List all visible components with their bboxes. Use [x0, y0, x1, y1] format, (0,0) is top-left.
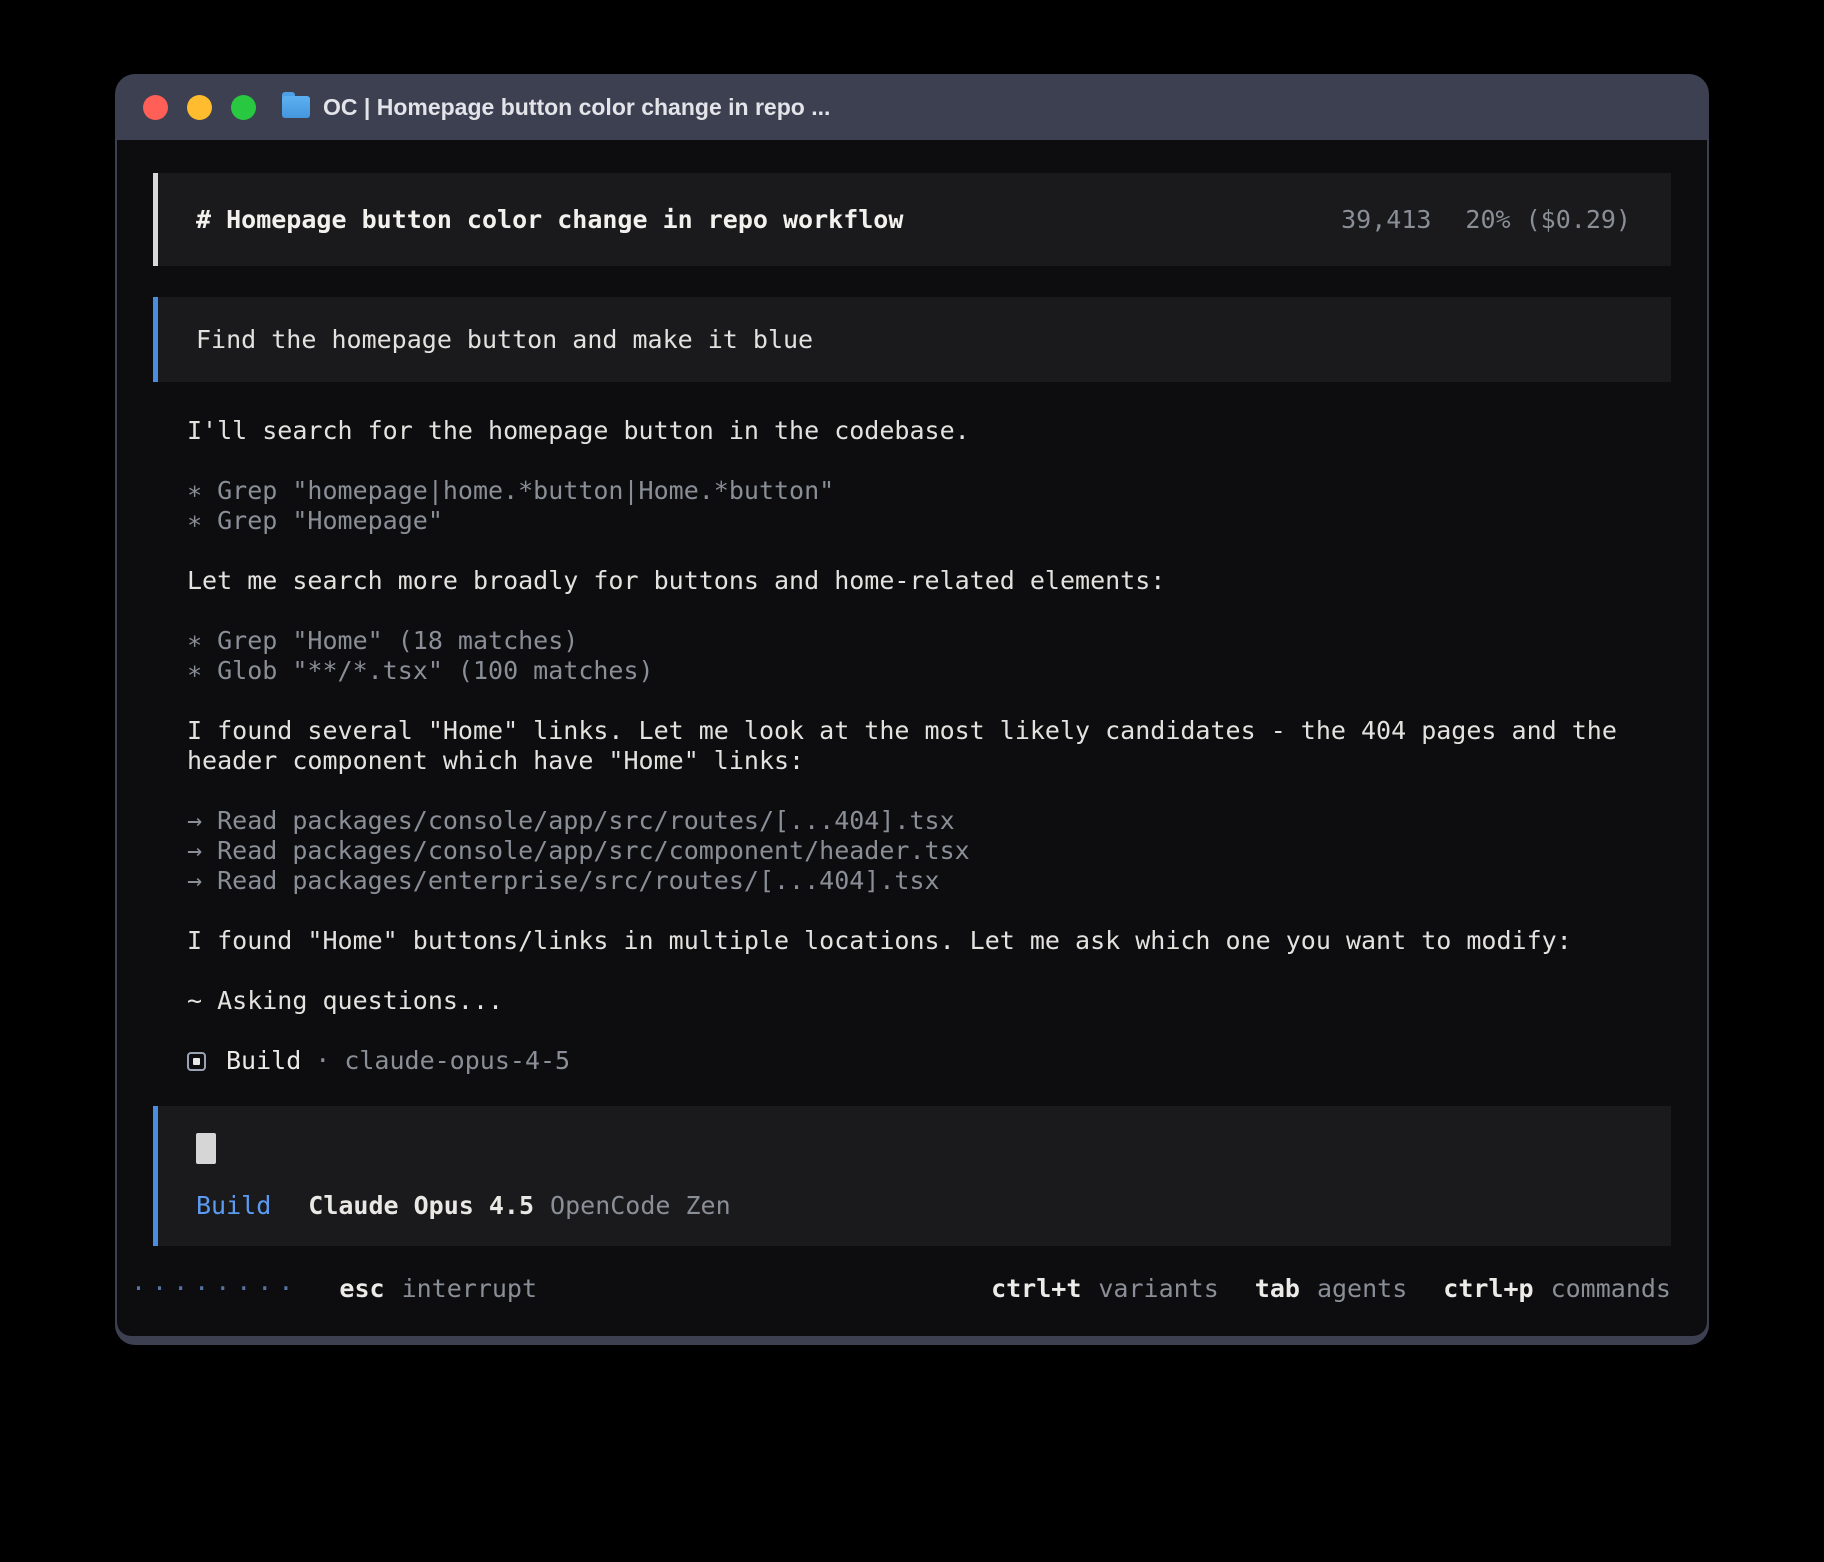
tool-call: ∗ Grep "Home" (18 matches) [187, 626, 1637, 656]
window-title: OC | Homepage button color change in rep… [323, 94, 830, 121]
folder-icon [282, 96, 310, 118]
shortcut-commands: ctrl+p commands [1443, 1274, 1671, 1304]
tool-call: → Read packages/console/app/src/componen… [187, 836, 1637, 866]
agent-separator: · [315, 1046, 330, 1076]
user-message: Find the homepage button and make it blu… [153, 297, 1671, 382]
tool-call-group: ∗ Grep "homepage|home.*button|Home.*butt… [187, 476, 1637, 536]
tool-call-group: ∗ Grep "Home" (18 matches) ∗ Glob "**/*.… [187, 626, 1637, 686]
shortcut-label: variants [1098, 1274, 1218, 1304]
shortcut-label: agents [1317, 1274, 1407, 1304]
session-header: # Homepage button color change in repo w… [153, 173, 1671, 266]
tool-call: → Read packages/enterprise/src/routes/[.… [187, 866, 1637, 896]
session-title: # Homepage button color change in repo w… [196, 205, 903, 235]
agent-name: Build [226, 1046, 301, 1076]
agent-mode-label[interactable]: Build [196, 1191, 271, 1221]
shortcut-agents: tab agents [1255, 1274, 1407, 1304]
tool-call: ∗ Grep "Homepage" [187, 506, 1637, 536]
input-mode-line: Build Claude Opus 4.5 OpenCode Zen [196, 1191, 1633, 1221]
assistant-message: Let me search more broadly for buttons a… [187, 566, 1637, 596]
tool-call: ∗ Glob "**/*.tsx" (100 matches) [187, 656, 1637, 686]
statusbar: ········ esc interrupt ctrl+t variants t… [131, 1274, 1671, 1304]
model-label[interactable]: Claude Opus 4.5 [308, 1191, 534, 1221]
terminal-body: # Homepage button color change in repo w… [117, 140, 1707, 1336]
statusbar-left: ········ esc interrupt [131, 1274, 537, 1304]
esc-key: esc [339, 1274, 384, 1304]
shortcut-key: tab [1255, 1274, 1300, 1304]
agent-model: claude-opus-4-5 [344, 1046, 570, 1076]
terminal-window: OC | Homepage button color change in rep… [115, 74, 1709, 1345]
provider-label: OpenCode Zen [550, 1191, 731, 1221]
minimize-button[interactable] [187, 95, 212, 120]
tool-call: ∗ Grep "homepage|home.*button|Home.*butt… [187, 476, 1637, 506]
shortcut-variants: ctrl+t variants [991, 1274, 1219, 1304]
agent-status: Build · claude-opus-4-5 [187, 1046, 1637, 1076]
shortcut-key: ctrl+p [1443, 1274, 1533, 1304]
token-count: 39,413 [1341, 205, 1431, 235]
shortcut-label: commands [1551, 1274, 1671, 1304]
session-stats: 39,413 20% ($0.29) [1341, 205, 1631, 235]
assistant-status: ~ Asking questions... [187, 986, 1637, 1016]
text-cursor [196, 1133, 216, 1164]
close-button[interactable] [143, 95, 168, 120]
window-controls [143, 95, 256, 120]
esc-label: interrupt [402, 1274, 537, 1304]
agent-icon [187, 1052, 206, 1071]
zoom-button[interactable] [231, 95, 256, 120]
title-group: OC | Homepage button color change in rep… [282, 94, 830, 121]
shortcut-interrupt: esc interrupt [339, 1274, 537, 1304]
progress-dots: ········ [131, 1274, 299, 1304]
conversation: I'll search for the homepage button in t… [187, 382, 1637, 1076]
tool-call-group: → Read packages/console/app/src/routes/[… [187, 806, 1637, 896]
tool-call: → Read packages/console/app/src/routes/[… [187, 806, 1637, 836]
user-message-text: Find the homepage button and make it blu… [196, 325, 813, 355]
shortcut-key: ctrl+t [991, 1274, 1081, 1304]
assistant-message: I'll search for the homepage button in t… [187, 416, 1637, 446]
prompt-input[interactable]: Build Claude Opus 4.5 OpenCode Zen [153, 1106, 1671, 1246]
assistant-message: I found "Home" buttons/links in multiple… [187, 926, 1637, 956]
statusbar-right: ctrl+t variants tab agents ctrl+p comman… [991, 1274, 1671, 1304]
titlebar[interactable]: OC | Homepage button color change in rep… [117, 74, 1707, 140]
context-cost: 20% ($0.29) [1465, 205, 1631, 235]
assistant-message: I found several "Home" links. Let me loo… [187, 716, 1637, 776]
